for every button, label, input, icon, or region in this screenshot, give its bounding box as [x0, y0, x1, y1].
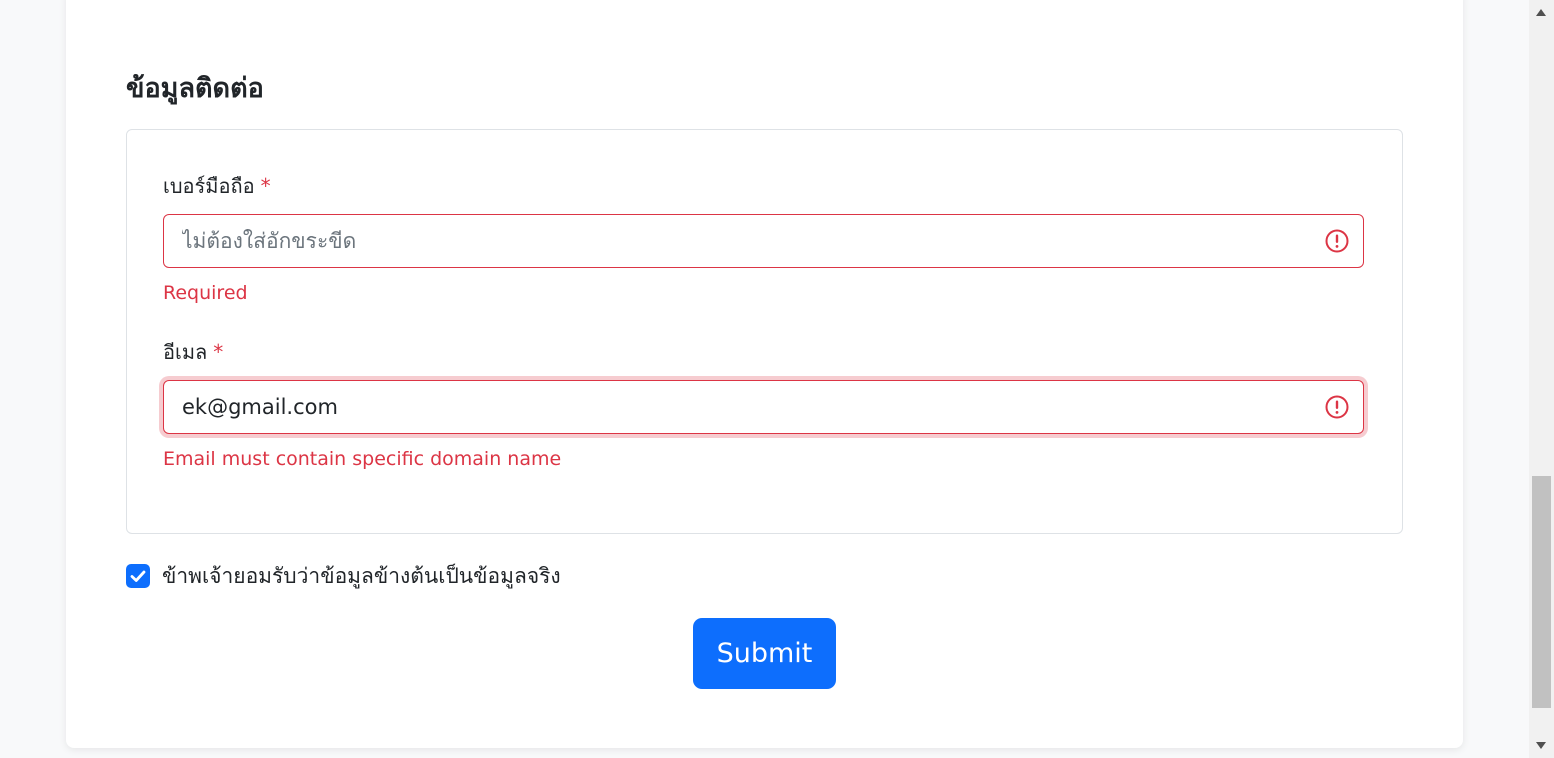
scroll-down-arrow-icon[interactable] — [1536, 742, 1546, 749]
phone-error-message: Required — [163, 282, 248, 304]
email-label-text: อีเมล — [163, 340, 208, 364]
email-input-wrapper — [163, 380, 1364, 434]
required-mark: * — [213, 340, 224, 364]
phone-input[interactable] — [164, 215, 1304, 267]
consent-checkbox[interactable] — [126, 564, 150, 588]
required-mark: * — [260, 174, 271, 198]
submit-button[interactable]: Submit — [693, 618, 836, 689]
section-title: ข้อมูลติดต่อ — [126, 73, 264, 104]
scroll-up-arrow-icon[interactable] — [1536, 9, 1546, 16]
page: ข้อมูลติดต่อ เบอร์มือถือ* Required อีเมล… — [0, 0, 1554, 758]
email-input[interactable] — [164, 381, 1304, 433]
phone-label-text: เบอร์มือถือ — [163, 174, 255, 198]
phone-input-wrapper — [163, 214, 1364, 268]
page-scrollbar[interactable] — [1529, 0, 1554, 758]
phone-label: เบอร์มือถือ * — [163, 172, 271, 200]
exclamation-circle-icon — [1325, 395, 1349, 419]
checkmark-icon — [130, 570, 146, 582]
consent-label[interactable]: ข้าพเจ้ายอมรับว่าข้อมูลข้างต้นเป็นข้อมูล… — [162, 562, 561, 590]
exclamation-circle-icon — [1325, 229, 1349, 253]
scroll-thumb[interactable] — [1532, 476, 1551, 708]
contact-fieldset — [126, 129, 1403, 534]
email-label: อีเมล * — [163, 338, 223, 366]
email-error-message: Email must contain specific domain name — [163, 448, 562, 470]
